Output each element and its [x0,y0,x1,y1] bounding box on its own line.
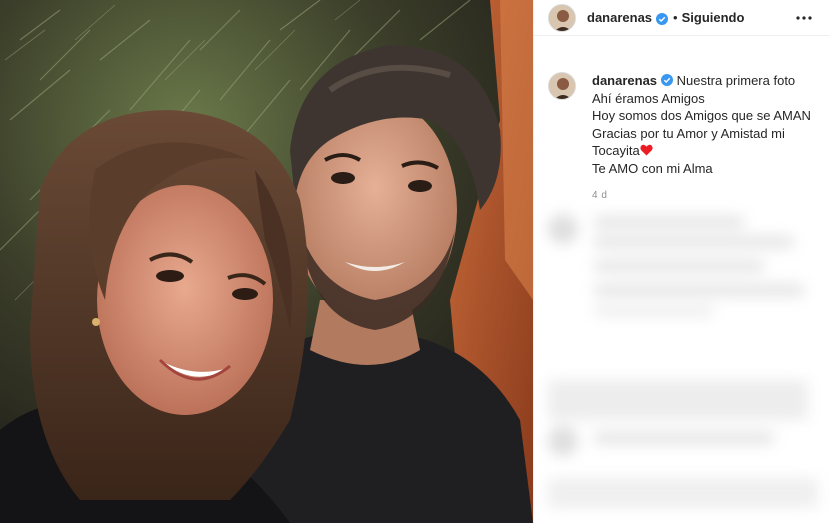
verified-badge-icon [656,12,669,25]
caption-line-5: Tocayita [592,142,816,160]
caption-line-3: Hoy somos dos Amigos que se AMAN [592,108,811,123]
caption-line-4: Gracias por tu Amor y Amistad mi [592,125,785,141]
avatar[interactable] [548,3,576,32]
caption-line-5-text: Tocayita [592,143,640,158]
caption-line-2: Ahí éramos Amigos [592,90,705,106]
following-button[interactable]: Siguiendo [682,10,745,25]
caption-avatar[interactable] [548,72,576,100]
selfie-image [0,0,533,523]
post-photo[interactable] [0,0,533,523]
heart-emoji [640,143,653,158]
more-options-icon[interactable] [794,11,814,25]
blurred-comments [534,200,830,523]
caption-line-1: Nuestra primera foto [676,73,796,88]
caption-username[interactable]: danarenas [592,73,657,88]
caption-line-6: Te AMO con mi Alma [592,160,713,176]
verified-badge-icon [661,73,674,86]
instagram-post: danarenas • Siguiendo danarenas Nuestra … [0,0,830,523]
header-separator: • [673,10,678,25]
post-caption: danarenas Nuestra primera foto Ahí éramo… [534,36,830,205]
header-username[interactable]: danarenas [587,10,652,25]
post-sidebar: danarenas • Siguiendo danarenas Nuestra … [533,0,830,523]
caption-body: danarenas Nuestra primera foto Ahí éramo… [592,72,816,205]
post-header: danarenas • Siguiendo [534,0,830,36]
